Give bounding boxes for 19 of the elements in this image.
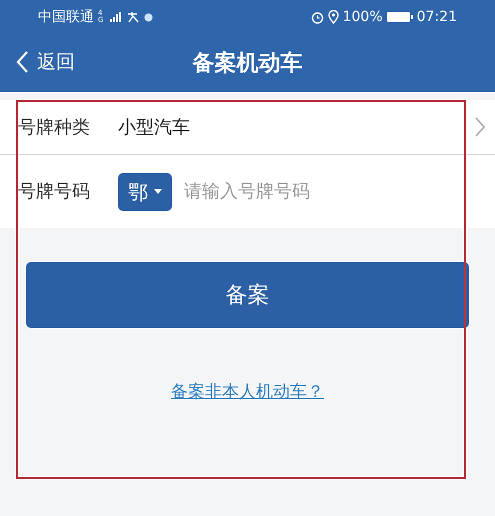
field-label: 号牌种类 — [18, 116, 91, 140]
plate-number-field[interactable]: 请输入号牌号码 — [184, 178, 485, 205]
page-title: 备案机动车 — [192, 50, 302, 78]
battery-level: 100% — [342, 8, 383, 26]
battery-icon — [386, 11, 413, 23]
vehicle-type-select[interactable]: 小型汽车 — [118, 114, 475, 140]
signal-icon — [110, 12, 122, 22]
clock: 07:21 — [416, 8, 457, 26]
chevron-left-icon — [16, 50, 29, 74]
location-icon — [328, 10, 339, 24]
chevron-right-icon[interactable] — [475, 117, 485, 137]
field-label: 号牌号码 — [18, 180, 91, 204]
province-dropdown[interactable]: 鄂 — [118, 172, 172, 210]
alarm-icon — [310, 10, 324, 24]
register-button[interactable]: 备案 — [26, 262, 469, 328]
register-others-vehicle-link[interactable]: 备案非本人机动车？ — [171, 380, 324, 406]
caret-icon — [154, 189, 162, 194]
carrier-name: 中国联通 — [38, 8, 94, 26]
back-button[interactable]: 返回 — [16, 48, 75, 76]
